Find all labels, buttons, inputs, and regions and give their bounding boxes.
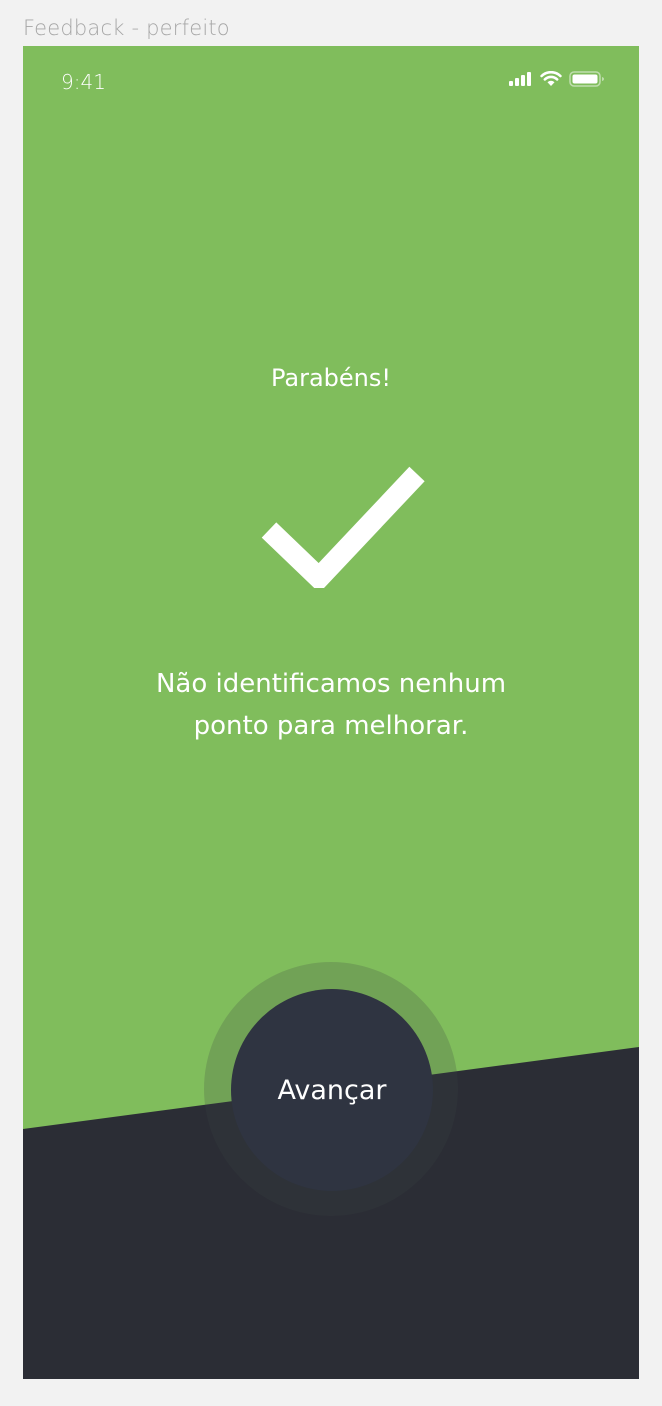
battery-icon bbox=[569, 71, 605, 92]
frame-label: Feedback - perfeito bbox=[23, 16, 230, 40]
wifi-icon bbox=[540, 70, 562, 92]
checkmark-icon bbox=[261, 466, 425, 593]
next-button[interactable]: Avançar bbox=[231, 989, 433, 1191]
cellular-signal-icon bbox=[509, 72, 533, 91]
feedback-message: Não identificamos nenhum ponto para melh… bbox=[155, 669, 507, 741]
feedback-title: Parabéns! bbox=[270, 364, 391, 392]
phone-screen: 9:41 Parabéns! Não identificamos nenhum … bbox=[23, 46, 639, 1379]
status-icons bbox=[509, 70, 605, 92]
status-time: 9:41 bbox=[61, 70, 106, 94]
status-bar: 9:41 bbox=[23, 46, 639, 116]
